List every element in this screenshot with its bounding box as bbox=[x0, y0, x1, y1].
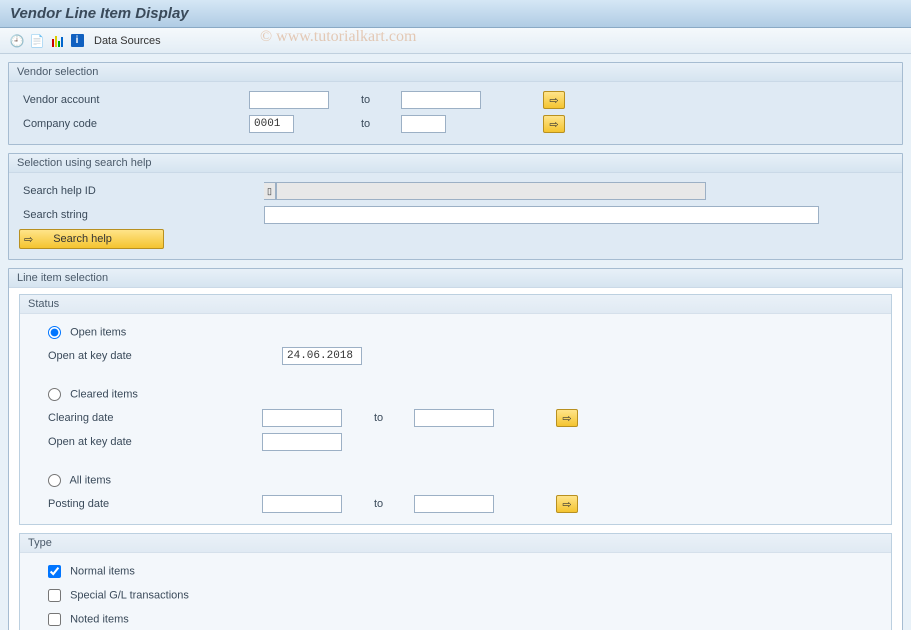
special-gl-checkbox[interactable] bbox=[48, 589, 61, 602]
open-key-date-input[interactable] bbox=[282, 347, 362, 365]
noted-items-label: Noted items bbox=[70, 613, 129, 625]
posting-date-to-input[interactable] bbox=[414, 495, 494, 513]
noted-items-checkbox[interactable] bbox=[48, 613, 61, 626]
search-string-row: Search string bbox=[19, 203, 892, 227]
posting-date-row: Posting date to ⇨ bbox=[30, 492, 881, 516]
type-group: Type Normal items Special G/L transactio… bbox=[19, 533, 892, 630]
search-string-label: Search string bbox=[19, 209, 264, 221]
layout-icon[interactable] bbox=[48, 32, 66, 50]
all-items-label: All items bbox=[69, 474, 111, 486]
to-label: to bbox=[352, 412, 414, 424]
clearing-date-to-input[interactable] bbox=[414, 409, 494, 427]
status-title: Status bbox=[20, 295, 891, 314]
search-help-button-row: ⇨ Search help bbox=[19, 227, 892, 251]
execute-icon[interactable] bbox=[8, 32, 26, 50]
special-gl-row: Special G/L transactions bbox=[30, 583, 881, 607]
posting-date-multiselect-icon[interactable]: ⇨ bbox=[556, 495, 578, 513]
arrow-right-icon: ⇨ bbox=[24, 233, 33, 246]
company-code-label: Company code bbox=[19, 118, 249, 130]
all-items-radio-row: All items bbox=[30, 468, 881, 492]
clearing-date-label: Clearing date bbox=[30, 412, 262, 424]
vendor-account-to-input[interactable] bbox=[401, 91, 481, 109]
to-label: to bbox=[352, 498, 414, 510]
cleared-key-date-row: Open at key date bbox=[30, 430, 881, 454]
search-help-button-label: Search help bbox=[53, 233, 112, 245]
search-string-input[interactable] bbox=[264, 206, 819, 224]
vendor-account-row: Vendor account to ⇨ bbox=[19, 88, 892, 112]
cleared-items-label: Cleared items bbox=[70, 388, 138, 400]
line-item-selection-title: Line item selection bbox=[9, 269, 902, 288]
clearing-date-from-input[interactable] bbox=[262, 409, 342, 427]
normal-items-row: Normal items bbox=[30, 559, 881, 583]
cleared-items-radio[interactable] bbox=[48, 388, 61, 401]
page-title: Vendor Line Item Display bbox=[0, 0, 911, 28]
normal-items-checkbox[interactable] bbox=[48, 565, 61, 578]
posting-date-label: Posting date bbox=[30, 498, 262, 510]
search-help-f4-icon[interactable]: ▯ bbox=[264, 182, 276, 200]
vendor-selection-title: Vendor selection bbox=[9, 63, 902, 82]
open-items-label: Open items bbox=[70, 326, 126, 338]
vendor-account-multiselect-icon[interactable]: ⇨ bbox=[543, 91, 565, 109]
company-code-to-input[interactable] bbox=[401, 115, 446, 133]
clearing-date-row: Clearing date to ⇨ bbox=[30, 406, 881, 430]
normal-items-label: Normal items bbox=[70, 565, 135, 577]
search-help-button[interactable]: ⇨ Search help bbox=[19, 229, 164, 249]
noted-items-row: Noted items bbox=[30, 607, 881, 630]
open-items-radio[interactable] bbox=[48, 326, 61, 339]
status-group: Status Open items Open at key date bbox=[19, 294, 892, 525]
search-help-id-input[interactable] bbox=[276, 182, 706, 200]
search-help-title: Selection using search help bbox=[9, 154, 902, 173]
open-key-date-row: Open at key date bbox=[30, 344, 881, 368]
to-label: to bbox=[339, 94, 401, 106]
vendor-account-from-input[interactable] bbox=[249, 91, 329, 109]
company-code-row: Company code to ⇨ bbox=[19, 112, 892, 136]
company-code-multiselect-icon[interactable]: ⇨ bbox=[543, 115, 565, 133]
vendor-account-label: Vendor account bbox=[19, 94, 249, 106]
content-area: Vendor selection Vendor account to ⇨ Com… bbox=[0, 54, 911, 630]
special-gl-label: Special G/L transactions bbox=[70, 589, 189, 601]
info-icon[interactable]: i bbox=[68, 32, 86, 50]
search-help-group: Selection using search help Search help … bbox=[8, 153, 903, 260]
data-sources-button[interactable]: Data Sources bbox=[88, 35, 167, 47]
get-variant-icon[interactable] bbox=[28, 32, 46, 50]
type-title: Type bbox=[20, 534, 891, 553]
clearing-date-multiselect-icon[interactable]: ⇨ bbox=[556, 409, 578, 427]
cleared-key-date-label: Open at key date bbox=[30, 436, 262, 448]
toolbar: i Data Sources bbox=[0, 28, 911, 54]
open-key-date-label: Open at key date bbox=[30, 350, 282, 362]
all-items-radio[interactable] bbox=[48, 474, 61, 487]
cleared-key-date-input[interactable] bbox=[262, 433, 342, 451]
posting-date-from-input[interactable] bbox=[262, 495, 342, 513]
line-item-selection-group: Line item selection Status Open items Op… bbox=[8, 268, 903, 630]
open-items-radio-row: Open items bbox=[30, 320, 881, 344]
search-help-id-label: Search help ID bbox=[19, 185, 264, 197]
search-help-id-row: Search help ID ▯ bbox=[19, 179, 892, 203]
cleared-items-radio-row: Cleared items bbox=[30, 382, 881, 406]
vendor-selection-group: Vendor selection Vendor account to ⇨ Com… bbox=[8, 62, 903, 145]
company-code-from-input[interactable] bbox=[249, 115, 294, 133]
to-label: to bbox=[339, 118, 401, 130]
